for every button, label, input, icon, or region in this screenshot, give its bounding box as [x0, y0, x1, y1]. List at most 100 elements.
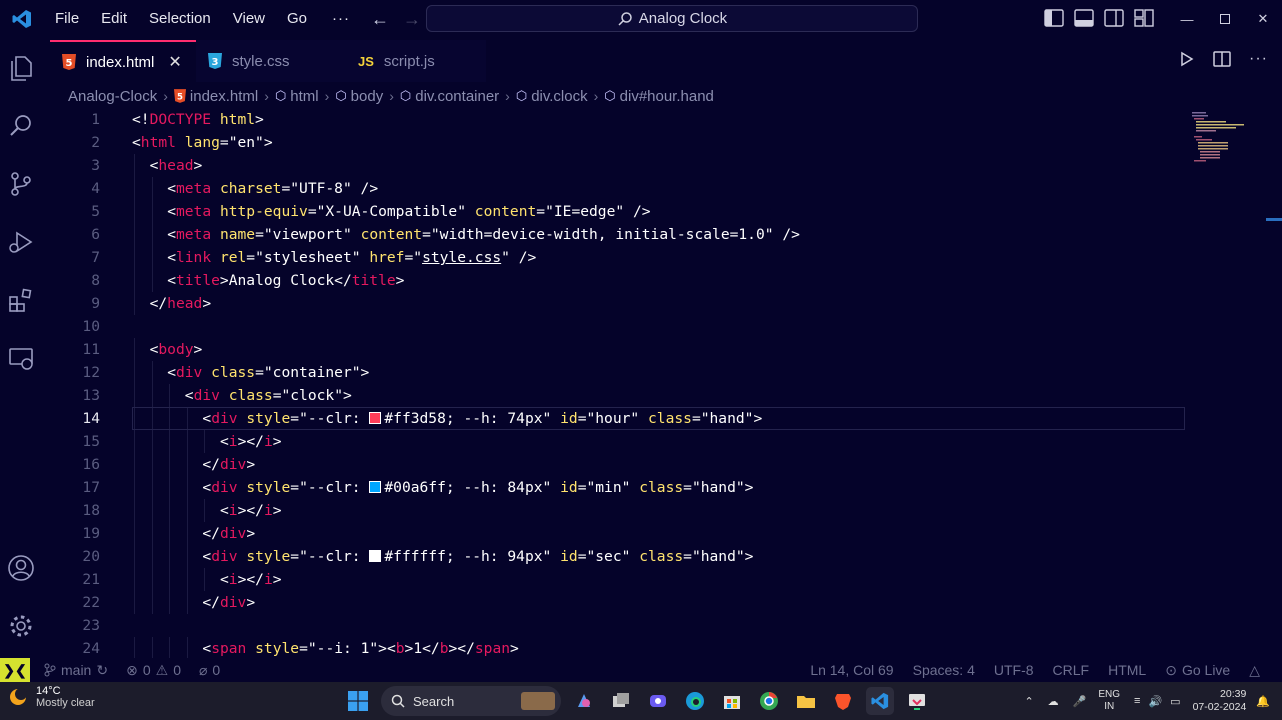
close-window-icon[interactable]: ✕ [1244, 0, 1282, 38]
customize-layout-icon[interactable] [1134, 9, 1154, 27]
indentation[interactable]: Spaces: 4 [913, 662, 975, 678]
branch-status[interactable]: main ↻ [44, 662, 108, 679]
extensions-icon[interactable] [5, 284, 37, 316]
weather-widget[interactable]: 14°C Mostly clear [8, 685, 95, 709]
toggle-primary-sidebar-icon[interactable] [1044, 9, 1064, 27]
menu-selection[interactable]: Selection [138, 0, 222, 38]
edge-browser-icon[interactable] [681, 687, 709, 715]
run-code-icon[interactable] [1179, 51, 1195, 67]
code-line[interactable]: 19 </div> [50, 522, 1190, 545]
microphone-icon[interactable]: 🎤 [1073, 695, 1087, 708]
go-live-button[interactable]: ⊙ Go Live [1165, 662, 1230, 679]
code-line[interactable]: 18 <i></i> [50, 499, 1190, 522]
code-line[interactable]: 20 <div style="--clr: #ffffff; --h: 94px"… [50, 545, 1190, 568]
more-actions-icon[interactable]: ··· [1249, 50, 1268, 68]
volume-icon[interactable]: 🔊 [1148, 695, 1162, 708]
brave-browser-icon[interactable] [829, 687, 857, 715]
code-line[interactable]: 14 <div style="--clr: #ff3d58; --h: 74px"… [50, 407, 1190, 430]
file-explorer-icon[interactable] [792, 687, 820, 715]
code-line[interactable]: 10 [50, 315, 1190, 338]
problems-status[interactable]: ⊗ 0 ⚠ 0 [126, 662, 181, 679]
sync-icon[interactable]: ↻ [96, 662, 108, 679]
encoding[interactable]: UTF-8 [994, 662, 1034, 678]
taskbar-clock[interactable]: 20:39 07-02-2024 [1193, 688, 1247, 714]
code-line[interactable]: 22 </div> [50, 591, 1190, 614]
code-line[interactable]: 17 <div style="--clr: #00a6ff; --h: 84px"… [50, 476, 1190, 499]
menu-edit[interactable]: Edit [90, 0, 138, 38]
split-editor-icon[interactable] [1213, 51, 1231, 67]
code-line[interactable]: 8 <title>Analog Clock</title> [50, 269, 1190, 292]
code-line[interactable]: 7 <link rel="stylesheet" href="style.css"… [50, 246, 1190, 269]
tab-style-css[interactable]: 3 style.css [196, 40, 342, 82]
minimize-icon[interactable]: — [1168, 0, 1206, 38]
code-line[interactable]: 13 <div class="clock"> [50, 384, 1190, 407]
code-line[interactable]: 2 <html lang="en"> [50, 131, 1190, 154]
task-view-icon[interactable] [607, 687, 635, 715]
search-view-icon[interactable] [5, 110, 37, 142]
color-swatch[interactable] [369, 481, 382, 493]
code-line[interactable]: 11 <body> [50, 338, 1190, 361]
copilot-icon[interactable] [570, 687, 598, 715]
code-line[interactable]: 5 <meta http-equiv="X-UA-Compatible" cont… [50, 200, 1190, 223]
settings-gear-icon[interactable] [5, 610, 37, 642]
breadcrumb-file[interactable]: 5 index.html [173, 88, 258, 105]
token-link[interactable]: style.css [422, 249, 501, 266]
code-editor[interactable]: 1 <!DOCTYPE html> 2 <html lang="en"> 3 <head>… [50, 108, 1190, 658]
code-line[interactable]: 15 <i></i> [50, 430, 1190, 453]
code-line[interactable]: 4 <meta charset="UTF-8" /> [50, 177, 1190, 200]
taskbar-search[interactable]: Search [381, 686, 561, 716]
code-line[interactable]: 6 <meta name="viewport" content="width=de… [50, 223, 1190, 246]
code-line[interactable]: 1 <!DOCTYPE html> [50, 108, 1190, 131]
tab-index-html[interactable]: 5 index.html ✕ [50, 40, 196, 82]
scrollbar-thumb[interactable] [1266, 218, 1282, 221]
tab-script-js[interactable]: JS script.js [342, 40, 486, 82]
teams-meet-icon[interactable] [644, 687, 672, 715]
close-tab-icon[interactable]: ✕ [168, 52, 181, 72]
start-windows-icon[interactable] [344, 687, 372, 715]
accounts-icon[interactable] [5, 552, 37, 584]
menu-file[interactable]: File [44, 0, 90, 38]
breadcrumb-body[interactable]: ⬡ body [335, 88, 383, 105]
code-line[interactable]: 21 <i></i> [50, 568, 1190, 591]
command-center-search[interactable]: Analog Clock [426, 5, 918, 32]
explorer-icon[interactable] [5, 52, 37, 84]
breadcrumb-container[interactable]: ⬡ div.container [400, 88, 499, 105]
onedrive-icon[interactable]: ☁ [1048, 695, 1059, 708]
code-line[interactable]: 3 <head> [50, 154, 1190, 177]
minimap[interactable] [1190, 108, 1250, 168]
toggle-secondary-sidebar-icon[interactable] [1104, 9, 1124, 27]
code-line[interactable]: 24 <span style="--i: 1"><b>1</b></span> [50, 637, 1190, 658]
maximize-icon[interactable] [1206, 0, 1244, 38]
cursor-position[interactable]: Ln 14, Col 69 [810, 662, 893, 678]
notification-bell-icon[interactable]: 🔔 [1256, 695, 1270, 708]
toggle-panel-icon[interactable] [1074, 9, 1094, 27]
menu-go[interactable]: Go [276, 0, 318, 38]
language-indicator[interactable]: ENG IN [1098, 689, 1120, 713]
language-mode[interactable]: HTML [1108, 662, 1146, 678]
vscode-taskbar-icon[interactable] [866, 687, 894, 715]
ports-status[interactable]: ⌀ 0 [199, 662, 220, 679]
breadcrumb-folder[interactable]: Analog-Clock [68, 88, 157, 105]
back-arrow-icon[interactable]: ← [364, 9, 396, 30]
code-line[interactable]: 16 </div> [50, 453, 1190, 476]
breadcrumb-hour-hand[interactable]: ⬡ div#hour.hand [604, 88, 714, 105]
breadcrumb-clock[interactable]: ⬡ div.clock [516, 88, 588, 105]
chrome-browser-icon[interactable] [755, 687, 783, 715]
code-line[interactable]: 23 [50, 614, 1190, 637]
show-hidden-icons-icon[interactable]: ⌃ [1024, 695, 1033, 708]
microsoft-store-icon[interactable] [718, 687, 746, 715]
menu-more-button[interactable]: ··· [318, 0, 364, 38]
menu-view[interactable]: View [222, 0, 276, 38]
snipping-tool-icon[interactable] [903, 687, 931, 715]
forward-arrow-icon[interactable]: → [396, 9, 428, 30]
breadcrumb-html[interactable]: ⬡ html [275, 88, 319, 105]
battery-icon[interactable]: ▭ [1170, 695, 1180, 708]
source-control-icon[interactable] [5, 168, 37, 200]
code-line[interactable]: 12 <div class="container"> [50, 361, 1190, 384]
remote-icon[interactable]: ❯❮ [0, 658, 30, 682]
run-debug-icon[interactable] [5, 226, 37, 258]
end-of-line[interactable]: CRLF [1053, 662, 1090, 678]
remote-explorer-icon[interactable] [5, 342, 37, 374]
color-swatch[interactable] [369, 550, 382, 562]
code-line[interactable]: 9 </head> [50, 292, 1190, 315]
